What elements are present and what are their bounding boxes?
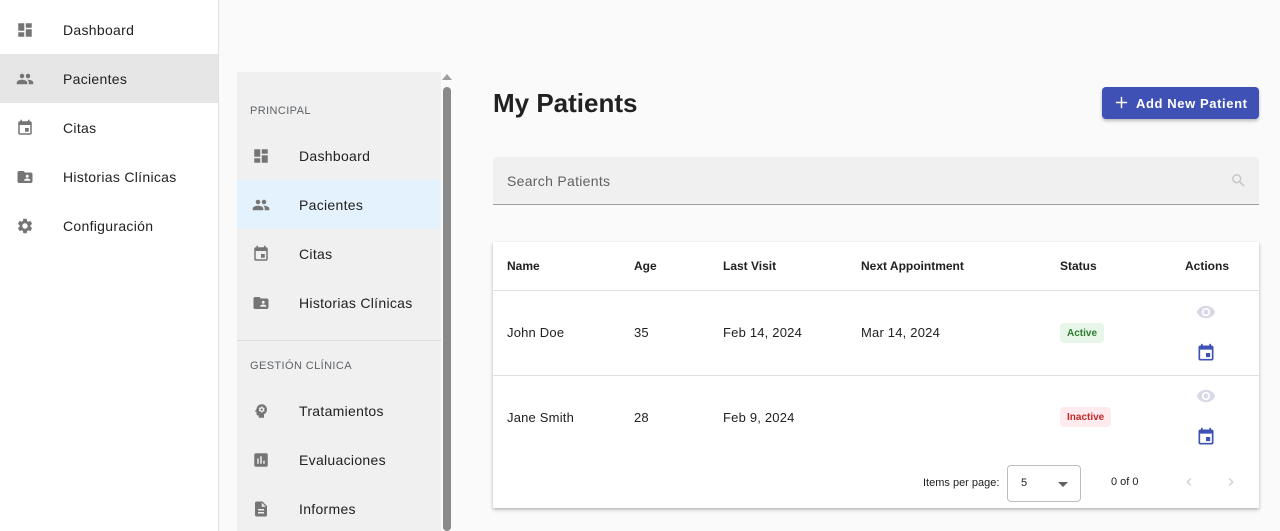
sub-nav-item-label: Historias Clínicas: [299, 294, 413, 311]
add-new-patient-label: Add New Patient: [1136, 95, 1248, 111]
sidebar-scrollbar-thumb[interactable]: [443, 87, 451, 531]
nav-item-label: Dashboard: [63, 21, 135, 38]
column-header-age[interactable]: Age: [634, 259, 657, 273]
nav-item-pacientes[interactable]: Pacientes: [0, 54, 218, 103]
sub-nav-item-dashboard[interactable]: Dashboard: [237, 131, 440, 180]
cell-name: John Doe: [507, 325, 565, 340]
sub-nav-item-label: Tratamientos: [299, 402, 384, 419]
sub-nav-item-informes[interactable]: Informes: [237, 484, 440, 531]
items-per-page-label: Items per page:: [923, 477, 1000, 489]
column-header-last-visit[interactable]: Last Visit: [723, 259, 776, 273]
sub-nav-item-label: Citas: [299, 245, 333, 262]
view-eye-icon[interactable]: [1196, 386, 1216, 406]
section-divider: [237, 340, 441, 341]
patients-table: Name Age Last Visit Next Appointment Sta…: [493, 242, 1259, 508]
sub-nav-item-tratamientos[interactable]: Tratamientos: [237, 386, 440, 435]
sub-nav-item-label: Pacientes: [299, 196, 364, 213]
column-header-next-appointment[interactable]: Next Appointment: [861, 259, 964, 273]
section-header-gestion-clinica: GESTIÓN CLÍNICA: [250, 360, 352, 372]
sub-nav-item-historias[interactable]: Historias Clínicas: [237, 278, 440, 327]
gear-icon: [17, 218, 33, 233]
status-badge: Inactive: [1060, 407, 1112, 427]
calendar-icon: [254, 245, 268, 261]
nav-item-citas[interactable]: Citas: [0, 103, 218, 152]
app-sidebar: Dashboard Pacientes Citas Historias Clín…: [0, 0, 219, 531]
table-divider: [493, 290, 1259, 291]
section-header-principal: PRINCIPAL: [250, 105, 311, 117]
column-header-actions: Actions: [1185, 259, 1230, 273]
cell-age: 35: [634, 325, 649, 340]
dropdown-arrow-icon: [1058, 482, 1068, 487]
add-new-patient-button[interactable]: Add New Patient: [1102, 87, 1259, 119]
sub-nav-item-label: Dashboard: [299, 147, 371, 164]
bar-chart-icon: [254, 452, 268, 467]
column-header-name[interactable]: Name: [507, 259, 540, 273]
cell-next-appointment: Mar 14, 2024: [861, 325, 941, 340]
schedule-calendar-icon[interactable]: [1196, 343, 1216, 363]
search-field: [493, 157, 1259, 205]
nav-item-historias[interactable]: Historias Clínicas: [0, 152, 218, 201]
search-input[interactable]: [493, 157, 1259, 204]
plus-icon: [1115, 96, 1128, 109]
previous-page-icon[interactable]: [1181, 474, 1197, 490]
sub-nav-item-pacientes[interactable]: Pacientes: [237, 180, 440, 229]
view-eye-icon[interactable]: [1196, 302, 1216, 322]
table-divider: [493, 375, 1259, 376]
secondary-sidebar: PRINCIPAL Dashboard Pacientes Citas Hist…: [237, 72, 441, 531]
people-icon: [252, 199, 270, 210]
sub-nav-item-label: Informes: [299, 500, 356, 517]
nav-item-label: Pacientes: [63, 70, 128, 87]
sub-nav-item-label: Evaluaciones: [299, 451, 386, 468]
search-icon: [1232, 174, 1245, 187]
description-icon: [255, 501, 267, 516]
dashboard-icon: [254, 148, 268, 163]
status-badge: Active: [1060, 323, 1105, 343]
folder-shared-icon: [253, 296, 269, 309]
page-size-value: 5: [1021, 477, 1028, 489]
nav-item-label: Citas: [63, 119, 97, 136]
cell-name: Jane Smith: [507, 410, 575, 425]
nav-item-configuracion[interactable]: Configuración: [0, 201, 218, 250]
nav-item-label: Configuración: [63, 217, 154, 234]
dashboard-icon: [18, 22, 32, 37]
people-icon: [16, 73, 34, 84]
cell-age: 28: [634, 410, 649, 425]
cell-last-visit: Feb 9, 2024: [723, 410, 795, 425]
column-header-status[interactable]: Status: [1060, 259, 1097, 273]
page-range-label: 0 of 0: [1111, 476, 1139, 488]
page-title: My Patients: [493, 88, 638, 118]
page-size-select[interactable]: 5: [1007, 465, 1081, 502]
folder-shared-icon: [17, 170, 33, 183]
sub-nav-item-evaluaciones[interactable]: Evaluaciones: [237, 435, 440, 484]
nav-item-dashboard[interactable]: Dashboard: [0, 5, 218, 54]
cell-last-visit: Feb 14, 2024: [723, 325, 803, 340]
next-page-icon[interactable]: [1223, 474, 1239, 490]
psychology-icon: [255, 403, 267, 418]
calendar-icon: [18, 119, 32, 135]
scroll-up-arrow-icon[interactable]: [442, 74, 452, 80]
nav-item-label: Historias Clínicas: [63, 168, 177, 185]
sub-nav-item-citas[interactable]: Citas: [237, 229, 440, 278]
schedule-calendar-icon[interactable]: [1196, 427, 1216, 447]
